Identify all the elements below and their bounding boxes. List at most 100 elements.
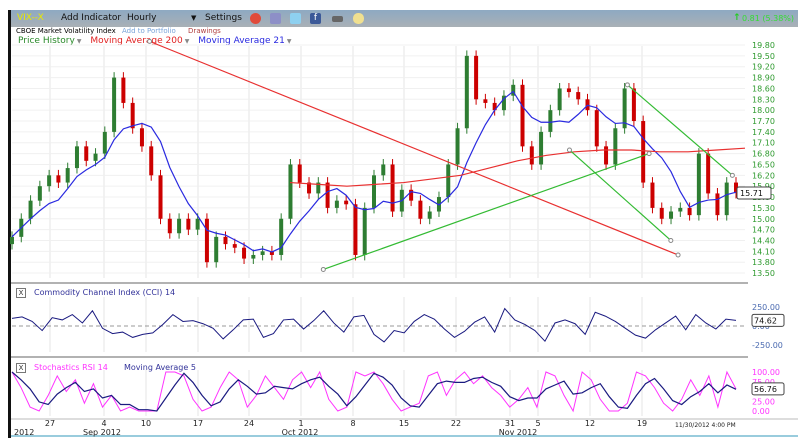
candle xyxy=(177,218,182,234)
x-tick-label: 17 xyxy=(193,419,203,428)
x-tick-label: 31 xyxy=(505,419,515,428)
candle xyxy=(650,182,655,208)
x-tick-label: 8 xyxy=(350,419,355,428)
y-tick-label: 17.10 xyxy=(752,139,775,148)
stoch-ma-title[interactable]: Moving Average 5 xyxy=(124,363,196,372)
y-tick-label: 19.20 xyxy=(752,63,775,72)
trend-line-handle xyxy=(624,82,630,88)
y-tick-label: 16.20 xyxy=(752,171,775,180)
candle xyxy=(223,236,228,245)
candle xyxy=(418,200,423,219)
candle xyxy=(427,211,432,219)
candle xyxy=(297,164,302,183)
y-tick-label: 18.60 xyxy=(752,84,775,93)
x-month-label: Nov 2012 xyxy=(499,428,538,437)
y-tick-label: 19.80 xyxy=(752,41,775,50)
candle xyxy=(28,200,33,219)
y-tick-label: 14.10 xyxy=(752,247,775,256)
x-tick-label: 5 xyxy=(535,419,540,428)
candle xyxy=(464,55,469,129)
y-tick-label: 16.80 xyxy=(752,150,775,159)
x-tick-label: 24 xyxy=(244,419,254,428)
candle xyxy=(641,121,646,183)
close-stoch-button[interactable]: X xyxy=(16,363,26,373)
candle xyxy=(334,200,339,208)
y-tick-label: 15.00 xyxy=(752,215,775,224)
stoch-title[interactable]: Stochastics RSI 14 xyxy=(34,363,108,372)
trend-line-handle xyxy=(566,147,572,153)
timestamp: 11/30/2012 4:00 PM xyxy=(675,422,736,429)
candle xyxy=(84,146,89,161)
candle xyxy=(10,236,14,245)
trend-line-handle xyxy=(668,237,674,243)
candle xyxy=(232,244,237,248)
candle xyxy=(594,110,599,147)
candle xyxy=(724,182,729,216)
candle xyxy=(539,131,544,165)
trend-line xyxy=(323,153,650,271)
candle xyxy=(548,110,553,132)
chart-canvas[interactable]: 27 4 10 17 24 1 8 15 22 31 5 12 19 2012 Sep 2012 Oct 20… xyxy=(0,0,798,438)
candle xyxy=(659,207,664,219)
candle xyxy=(669,211,674,219)
x-tick-label: 27 xyxy=(45,419,55,428)
candle xyxy=(279,218,284,255)
candle xyxy=(158,175,163,219)
candle xyxy=(186,218,191,230)
y-tick-label: 13.50 xyxy=(752,269,775,278)
x-tick-label: 22 xyxy=(451,419,461,428)
candle xyxy=(65,168,70,183)
cci-title[interactable]: Commodity Channel Index (CCI) 14 xyxy=(34,288,175,297)
candle xyxy=(149,146,154,176)
y-tick-label: 16.50 xyxy=(752,160,775,169)
candle xyxy=(566,88,571,93)
candle xyxy=(604,146,609,165)
candle xyxy=(576,92,581,100)
trend-line-handle xyxy=(646,151,652,157)
y-tick-label: 14.70 xyxy=(752,226,775,235)
candle xyxy=(56,175,61,183)
candle xyxy=(112,77,117,132)
candle xyxy=(520,84,525,147)
stoch-ma-line xyxy=(11,371,737,412)
candle xyxy=(242,247,247,259)
candle xyxy=(613,128,618,165)
trend-line-handle xyxy=(675,252,681,258)
trend-line-handle xyxy=(729,172,735,178)
candle xyxy=(474,55,479,100)
candle xyxy=(93,153,98,161)
candle xyxy=(687,207,692,216)
y-tick-label: 18.30 xyxy=(752,95,775,104)
candle xyxy=(204,218,209,263)
candle xyxy=(214,236,219,263)
candle xyxy=(344,200,349,205)
trend-line-handle xyxy=(147,38,153,44)
candle xyxy=(483,99,488,103)
candle xyxy=(455,128,460,165)
y-tick-label: 25.00 xyxy=(752,397,775,406)
close-cci-button[interactable]: X xyxy=(16,288,26,298)
candle xyxy=(251,254,256,259)
y-tick-label: 100.00 xyxy=(752,368,780,377)
y-tick-label: 17.70 xyxy=(752,117,775,126)
candle xyxy=(37,186,42,201)
cci-value-label: 74.62 xyxy=(754,316,777,325)
candle xyxy=(631,88,636,122)
candle xyxy=(557,88,562,111)
y-tick-label: 250.00 xyxy=(752,303,780,312)
trend-line xyxy=(149,40,679,256)
candle xyxy=(390,164,395,212)
x-month-label: 2012 xyxy=(14,428,34,437)
candle xyxy=(715,193,720,216)
trend-line-handle xyxy=(320,266,326,272)
y-tick-label: 18.00 xyxy=(752,106,775,115)
y-tick-label: 14.40 xyxy=(752,236,775,245)
stoch-value-label: 56.76 xyxy=(754,385,777,394)
candle xyxy=(696,153,701,216)
y-tick-label: 17.40 xyxy=(752,128,775,137)
candle xyxy=(121,77,126,103)
candle xyxy=(288,164,293,219)
candle xyxy=(74,146,79,169)
stock-chart-app: VIX--X Add Indicator Hourly ▼ Settings f… xyxy=(0,0,798,438)
candle xyxy=(195,218,200,230)
